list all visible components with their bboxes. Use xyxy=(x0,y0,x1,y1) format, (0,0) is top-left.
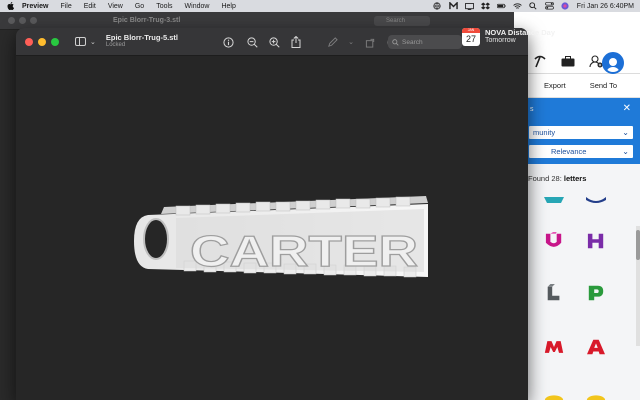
share-icon[interactable] xyxy=(290,36,302,48)
search-field[interactable]: Search xyxy=(388,35,462,49)
bg-zoom-button[interactable] xyxy=(30,17,37,24)
menu-app-preview[interactable]: Preview xyxy=(22,3,48,10)
bg-minimize-button[interactable] xyxy=(19,17,26,24)
calendar-icon: JAN 27 xyxy=(462,28,480,46)
notification-title: NOVA Distance Day xyxy=(485,27,556,37)
close-icon[interactable]: ✕ xyxy=(623,103,631,114)
found-prefix: Found 28: xyxy=(528,174,564,183)
send-to-button[interactable]: Send To xyxy=(590,81,617,90)
search-icon[interactable] xyxy=(529,2,538,10)
window-title-block: Epic Blorr-Trug-5.stl Locked xyxy=(106,34,178,48)
letter-l-shape[interactable] xyxy=(544,284,564,302)
background-window-title: Epic Blorr-Trug-3.stl xyxy=(113,17,181,24)
source-select-value: munity xyxy=(533,128,556,137)
globe-icon[interactable] xyxy=(433,2,442,10)
menu-go[interactable]: Go xyxy=(135,3,144,10)
zoom-button[interactable] xyxy=(51,37,59,46)
shapes-scrollbar-thumb[interactable] xyxy=(636,230,640,260)
menubar-clock[interactable]: Fri Jan 26 6:40PM xyxy=(577,3,634,10)
window-subtitle: Locked xyxy=(105,42,126,49)
rotate-icon[interactable] xyxy=(364,36,376,48)
panel-title: s xyxy=(530,105,534,113)
info-icon[interactable] xyxy=(222,36,234,48)
sort-select-value: Relevance xyxy=(551,147,587,156)
menu-bar: Preview File Edit View Go Tools Window H… xyxy=(0,0,640,12)
letter-u-shape[interactable] xyxy=(544,232,564,250)
chevron-down-icon[interactable]: ⌄ xyxy=(90,38,96,46)
close-button[interactable] xyxy=(25,37,33,46)
tinkercad-window[interactable]: Export Send To s ✕ munity ⌄ Relevance ⌄ … xyxy=(514,12,640,400)
menu-edit[interactable]: Edit xyxy=(84,3,96,10)
markup-pen-icon[interactable] xyxy=(326,36,338,48)
window-title: Epic Blorr-Trug-5.stl xyxy=(105,33,178,43)
letter-p-shape[interactable] xyxy=(586,284,606,302)
background-search-field[interactable]: Search xyxy=(374,16,430,26)
apple-icon[interactable] xyxy=(6,2,14,10)
teal-shape[interactable] xyxy=(544,192,564,210)
menu-help[interactable]: Help xyxy=(221,3,235,10)
letter-m-shape[interactable] xyxy=(544,338,564,356)
found-term: letters xyxy=(563,174,587,183)
search-icon xyxy=(392,38,399,46)
sort-select[interactable]: Relevance ⌄ xyxy=(528,144,634,159)
chevron-down-icon: ⌄ xyxy=(622,128,629,137)
minimize-button[interactable] xyxy=(38,37,46,46)
chevron-down-icon: ⌄ xyxy=(622,147,629,156)
avatar[interactable] xyxy=(602,52,624,74)
source-select[interactable]: munity ⌄ xyxy=(528,125,634,140)
bg-close-button[interactable] xyxy=(8,17,15,24)
calendar-notification[interactable]: JAN 27 NOVA Distance Day Tomorrow xyxy=(462,24,582,50)
keychain-model[interactable]: CARTER xyxy=(16,56,528,400)
chevron-down-icon[interactable]: ⌄ xyxy=(348,36,354,48)
tinkercad-actions: Export Send To xyxy=(514,74,640,98)
siri-icon[interactable] xyxy=(561,2,570,10)
pickaxe-icon[interactable] xyxy=(532,54,548,68)
menu-file[interactable]: File xyxy=(60,3,71,10)
search-placeholder: Search xyxy=(402,38,423,46)
control-center-icon[interactable] xyxy=(544,2,554,10)
yellow-shape-2[interactable] xyxy=(586,390,606,400)
export-button[interactable]: Export xyxy=(544,81,566,90)
zoom-out-icon[interactable] xyxy=(246,36,258,48)
menu-view[interactable]: View xyxy=(108,3,123,10)
letter-h-shape[interactable] xyxy=(586,232,606,250)
preview-titlebar: ⌄ Epic Blorr-Trug-5.stl Locked ⌄ Search xyxy=(16,28,528,56)
menu-window[interactable]: Window xyxy=(185,3,210,10)
navy-shape[interactable] xyxy=(586,192,606,210)
search-results-count: Found 28: letters xyxy=(514,164,640,183)
preview-window[interactable]: ⌄ Epic Blorr-Trug-5.stl Locked ⌄ Search … xyxy=(16,28,528,400)
menu-tools[interactable]: Tools xyxy=(156,3,172,10)
screen-icon[interactable] xyxy=(464,2,474,10)
wifi-icon[interactable] xyxy=(513,2,522,10)
malwarebytes-icon[interactable] xyxy=(449,2,458,10)
notification-subtitle: Tomorrow xyxy=(485,37,516,45)
briefcase-icon[interactable] xyxy=(560,54,576,68)
sidebar-icon[interactable] xyxy=(75,37,86,46)
model-viewport[interactable]: CARTER xyxy=(16,56,528,400)
calendar-day: 27 xyxy=(465,34,476,44)
zoom-in-icon[interactable] xyxy=(268,36,280,48)
yellow-shape-1[interactable] xyxy=(544,390,564,400)
shapes-panel-header: s ✕ munity ⌄ Relevance ⌄ xyxy=(514,98,640,164)
letter-a-shape[interactable] xyxy=(586,338,606,356)
battery-icon[interactable] xyxy=(496,2,506,10)
dropbox-icon[interactable] xyxy=(480,2,490,10)
model-text: CARTER xyxy=(190,227,418,276)
